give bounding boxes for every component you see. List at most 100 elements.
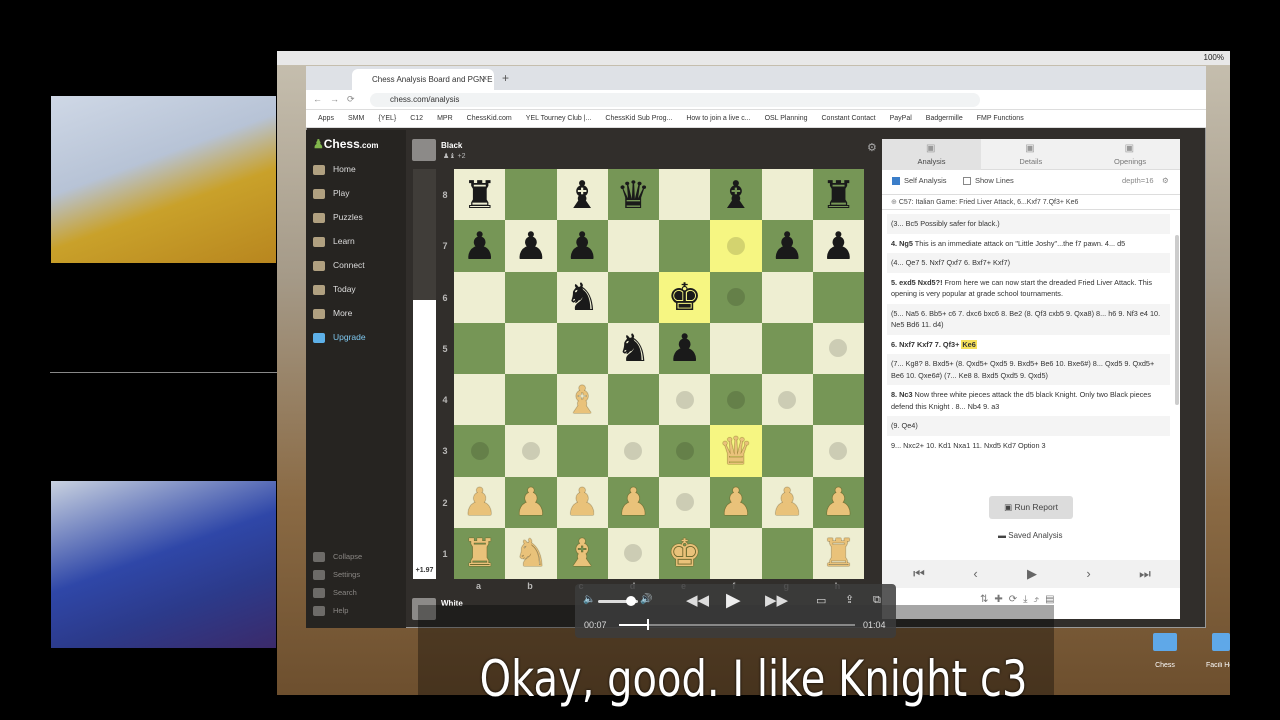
browser-tab[interactable]: Chess Analysis Board and PGN E bbox=[352, 69, 494, 90]
annotation-item[interactable]: 6. Nxf7 Kxf7 7. Qf3+ Ke6 bbox=[887, 335, 1170, 355]
square-c4[interactable]: ♝ bbox=[556, 374, 608, 426]
square-b8[interactable] bbox=[505, 169, 557, 221]
chess-board[interactable]: ♜ ♝ ♛ ♝ ♜ ♟ ♟ ♟ ♟ ♟ ♞ ♚ ♞ ♟ ♝ ♛ ♟ ♟ ♟ ♟ ♟ ♟ ♟ ♜ ♞ ♝ ♚ ♜ bbox=[454, 169, 864, 579]
last-move-icon[interactable]: ⏭ bbox=[1117, 560, 1173, 588]
move-hint-dot[interactable] bbox=[675, 390, 694, 409]
square-b1[interactable]: ♞ bbox=[505, 527, 557, 579]
black-bishop-icon[interactable]: ♝ bbox=[565, 176, 599, 214]
first-move-icon[interactable]: ⏮ bbox=[891, 560, 947, 588]
show-lines-checkbox[interactable] bbox=[963, 177, 971, 186]
square-c1[interactable]: ♝ bbox=[556, 527, 608, 579]
square-f2[interactable]: ♟ bbox=[710, 476, 762, 528]
bookmark-item[interactable]: Badgermille bbox=[926, 115, 963, 122]
nav-item-search[interactable]: Search bbox=[313, 586, 357, 600]
nav-item-settings[interactable]: Settings bbox=[313, 568, 360, 582]
nav-item-learn[interactable]: Learn bbox=[313, 234, 355, 248]
nav-item-puzzles[interactable]: Puzzles bbox=[313, 210, 363, 224]
square-e4[interactable] bbox=[659, 374, 711, 426]
bookmark-item[interactable]: Constant Contact bbox=[822, 115, 876, 122]
move-hint-dot[interactable] bbox=[624, 544, 643, 563]
share-icon[interactable]: ⇪ bbox=[845, 593, 854, 606]
white-pawn-icon[interactable]: ♟ bbox=[770, 483, 804, 521]
square-d2[interactable]: ♟ bbox=[607, 476, 659, 528]
video-scrubber[interactable] bbox=[619, 624, 855, 626]
square-a7[interactable]: ♟ bbox=[454, 220, 506, 272]
square-f1[interactable] bbox=[710, 527, 762, 579]
square-b6[interactable] bbox=[505, 271, 557, 323]
square-a1[interactable]: ♜ bbox=[454, 527, 506, 579]
square-e2[interactable] bbox=[659, 476, 711, 528]
square-b4[interactable] bbox=[505, 374, 557, 426]
white-knight-icon[interactable]: ♞ bbox=[514, 534, 548, 572]
chess-com-logo[interactable]: ♟Chess.com bbox=[313, 137, 378, 151]
engine-settings-gear-icon[interactable]: ⚙ bbox=[1162, 172, 1169, 190]
square-c3[interactable] bbox=[556, 425, 608, 477]
square-d7[interactable] bbox=[607, 220, 659, 272]
nav-item-play[interactable]: Play bbox=[313, 186, 350, 200]
square-h7[interactable]: ♟ bbox=[812, 220, 864, 272]
annotation-item[interactable]: 9... Nxc2+ 10. Kd1 Nxa1 11. Nxd5 Kd7 Opt… bbox=[887, 436, 1170, 456]
bookmark-item[interactable]: FMP Functions bbox=[977, 115, 1024, 122]
white-pawn-icon[interactable]: ♟ bbox=[514, 483, 548, 521]
square-g6[interactable] bbox=[761, 271, 813, 323]
square-f4[interactable] bbox=[710, 374, 762, 426]
board-settings-gear-icon[interactable]: ⚙ bbox=[867, 141, 877, 154]
square-g7[interactable]: ♟ bbox=[761, 220, 813, 272]
move-hint-dot[interactable] bbox=[675, 441, 694, 460]
volume-low-icon[interactable]: 🔈 bbox=[583, 594, 595, 605]
browser-nav-buttons[interactable]: ←→⟳ bbox=[313, 94, 363, 105]
nav-item-more[interactable]: More bbox=[313, 306, 352, 320]
move-hint-dot[interactable] bbox=[829, 339, 848, 358]
move-hint-dot[interactable] bbox=[470, 441, 489, 460]
square-h6[interactable] bbox=[812, 271, 864, 323]
black-pawn-icon[interactable]: ♟ bbox=[668, 329, 702, 367]
picture-in-picture-icon[interactable]: ⧉ bbox=[873, 594, 881, 607]
black-pawn-icon[interactable]: ♟ bbox=[821, 227, 855, 265]
square-h4[interactable] bbox=[812, 374, 864, 426]
self-analysis-toggle[interactable]: Self Analysis bbox=[892, 172, 947, 190]
annotation-item[interactable]: (9. Qe4) bbox=[887, 416, 1170, 436]
bookmark-item[interactable]: {YEL} bbox=[378, 115, 396, 122]
nav-item-help[interactable]: Help bbox=[313, 604, 348, 618]
square-f3[interactable]: ♛ bbox=[710, 425, 762, 477]
next-move-icon[interactable]: › bbox=[1061, 560, 1117, 588]
folder-icon-chess[interactable] bbox=[1153, 633, 1177, 651]
tab-details[interactable]: ▣ Details bbox=[981, 139, 1080, 170]
move-hint-dot[interactable] bbox=[675, 493, 694, 512]
nav-item-upgrade[interactable]: Upgrade bbox=[313, 330, 366, 344]
square-e3[interactable] bbox=[659, 425, 711, 477]
move-hint-dot[interactable] bbox=[624, 441, 643, 460]
square-h5[interactable] bbox=[812, 322, 864, 374]
tab-openings[interactable]: ▣ Openings bbox=[1081, 139, 1180, 170]
square-f7[interactable] bbox=[710, 220, 762, 272]
current-move[interactable]: Ke6 bbox=[961, 339, 977, 349]
move-hint-dot[interactable] bbox=[726, 390, 745, 409]
bookmark-item[interactable]: YEL Tourney Club |... bbox=[526, 115, 592, 122]
square-c2[interactable]: ♟ bbox=[556, 476, 608, 528]
white-rook-icon[interactable]: ♜ bbox=[821, 534, 855, 572]
square-b3[interactable] bbox=[505, 425, 557, 477]
prev-move-icon[interactable]: ‹ bbox=[948, 560, 1004, 588]
tab-analysis[interactable]: ▣ Analysis bbox=[882, 139, 981, 170]
square-d3[interactable] bbox=[607, 425, 659, 477]
square-h1[interactable]: ♜ bbox=[812, 527, 864, 579]
square-f5[interactable] bbox=[710, 322, 762, 374]
move-text[interactable]: 8. Nc3 bbox=[891, 390, 913, 399]
square-e8[interactable] bbox=[659, 169, 711, 221]
black-queen-icon[interactable]: ♛ bbox=[616, 176, 650, 214]
black-bishop-icon[interactable]: ♝ bbox=[719, 176, 753, 214]
annotation-item[interactable]: (4... Qe7 5. Nxf7 Qxf7 6. Bxf7+ Kxf7) bbox=[887, 253, 1170, 273]
square-d1[interactable] bbox=[607, 527, 659, 579]
black-knight-icon[interactable]: ♞ bbox=[616, 329, 650, 367]
square-e7[interactable] bbox=[659, 220, 711, 272]
white-pawn-icon[interactable]: ♟ bbox=[565, 483, 599, 521]
volume-knob[interactable] bbox=[626, 596, 636, 606]
airplay-icon[interactable]: ▭ bbox=[816, 594, 826, 607]
square-e5[interactable]: ♟ bbox=[659, 322, 711, 374]
square-a8[interactable]: ♜ bbox=[454, 169, 506, 221]
bookmark-item[interactable]: How to join a live c... bbox=[686, 115, 750, 122]
square-h3[interactable] bbox=[812, 425, 864, 477]
bookmark-item[interactable]: ChessKid.com bbox=[467, 115, 512, 122]
white-king-icon[interactable]: ♚ bbox=[668, 534, 702, 572]
play-moves-icon[interactable]: ▶ bbox=[1004, 560, 1060, 588]
